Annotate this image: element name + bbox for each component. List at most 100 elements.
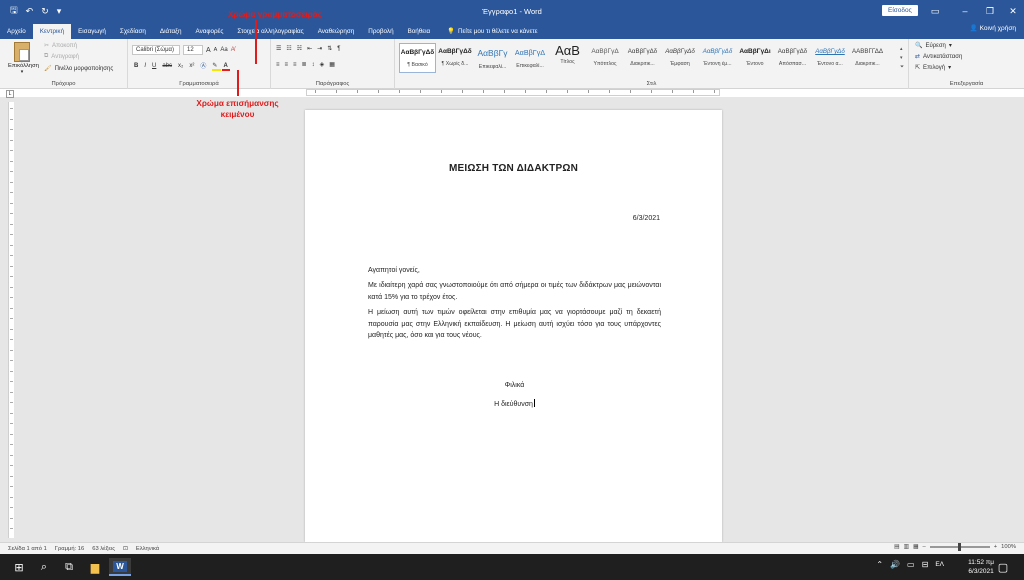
bullets-icon[interactable]: ☰ xyxy=(276,45,281,52)
style-item[interactable]: ΑαΒβΓγΔδ Έμφαση xyxy=(662,43,699,73)
zoom-slider-knob[interactable] xyxy=(957,543,961,551)
zoom-in-icon[interactable]: + xyxy=(994,544,997,550)
tab-help[interactable]: Βοήθεια xyxy=(401,24,438,39)
zoom-slider[interactable] xyxy=(929,543,990,551)
tab-home[interactable]: Κεντρική xyxy=(32,24,72,39)
bold-button[interactable]: B xyxy=(134,63,138,69)
style-item[interactable]: ΑαΒβΓγΔι Έντονο xyxy=(737,43,774,73)
sort-icon[interactable]: ⇅ xyxy=(327,45,332,52)
tab-view[interactable]: Προβολή xyxy=(361,24,400,39)
numbering-icon[interactable]: ☷ xyxy=(286,45,291,52)
tab-design[interactable]: Σχεδίαση xyxy=(113,24,153,39)
increase-indent-icon[interactable]: ⇥ xyxy=(317,45,322,52)
shading-icon[interactable]: ◈ xyxy=(320,61,325,68)
align-right-icon[interactable]: ≡ xyxy=(293,62,297,68)
windows-start-icon[interactable]: ⊞ xyxy=(8,558,30,576)
style-item[interactable]: ΑαΒβΓγΔδ Έντονη έμ... xyxy=(699,43,736,73)
align-center-icon[interactable]: ≡ xyxy=(285,62,289,68)
signin-button[interactable]: Είσοδος xyxy=(882,5,918,16)
customize-qat-icon[interactable]: ▾ xyxy=(57,6,62,17)
read-mode-icon[interactable]: ▤ xyxy=(894,544,899,550)
styles-up-icon[interactable]: ▴ xyxy=(900,45,904,54)
input-language[interactable]: ΕΛ xyxy=(935,561,944,568)
file-explorer-icon[interactable]: ▆ xyxy=(84,558,106,576)
copy-button[interactable]: ⧉ Αντιγραφή xyxy=(44,53,79,60)
chevron-up-icon[interactable]: ⌃ xyxy=(876,560,883,569)
ribbon-display-icon[interactable]: ▭ xyxy=(920,0,950,22)
zoom-level[interactable]: 100% xyxy=(1001,544,1016,550)
highlight-color-button[interactable]: ✎ xyxy=(212,62,222,71)
tab-references[interactable]: Αναφορές xyxy=(188,24,230,39)
find-button[interactable]: 🔍 Εύρεση ▾ xyxy=(915,42,952,50)
decrease-indent-icon[interactable]: ⇤ xyxy=(307,45,312,52)
style-item[interactable]: ΑαΒβΓγΔδ Έντονο α... xyxy=(812,43,849,73)
font-color-button[interactable]: A xyxy=(222,63,231,71)
shrink-font-button[interactable]: A xyxy=(214,47,218,53)
search-icon[interactable]: ⌕ xyxy=(33,558,55,576)
show-marks-icon[interactable]: ¶ xyxy=(337,46,340,52)
style-item[interactable]: ΑαΒ Τίτλος xyxy=(549,43,586,73)
tab-review[interactable]: Αναθεώρηση xyxy=(311,24,362,39)
superscript-button[interactable]: x² xyxy=(189,63,194,69)
status-line[interactable]: Γραμμή: 16 xyxy=(47,546,84,552)
document-page[interactable]: ΜΕΙΩΣΗ ΤΩΝ ΔΙΔΑΚΤΡΩΝ 6/3/2021 Αγαπητοί γ… xyxy=(305,110,722,542)
font-size-combo[interactable]: 12 xyxy=(183,45,203,55)
style-item[interactable]: ΑαΒβΓγΔ Επικεφαλί... xyxy=(512,43,549,73)
style-item[interactable]: ΑαΒβΓγΔδ Απόσπασ... xyxy=(774,43,811,73)
tab-selector[interactable]: L xyxy=(6,90,14,98)
print-layout-icon[interactable]: ▥ xyxy=(904,544,909,550)
italic-button[interactable]: I xyxy=(144,63,146,69)
zoom-out-icon[interactable]: – xyxy=(923,544,926,550)
close-icon[interactable]: ✕ xyxy=(998,0,1024,22)
tab-layout[interactable]: Διάταξη xyxy=(153,24,189,39)
style-item[interactable]: ΑΑΒΒΓΓΔΔ Διακριτικ... xyxy=(849,43,886,73)
text-effects-icon[interactable]: Ⓐ xyxy=(200,61,206,70)
status-page[interactable]: Σελίδα 1 από 1 xyxy=(0,546,47,552)
network-icon[interactable]: ⊟ xyxy=(922,560,929,569)
volume-icon[interactable]: 🔊 xyxy=(890,560,900,569)
line-spacing-icon[interactable]: ↕ xyxy=(312,62,315,68)
style-item[interactable]: ΑαΒβΓγΔδ ¶ Χωρίς δ... xyxy=(437,43,474,73)
font-name-combo[interactable]: Calibri (Σώμα) xyxy=(132,45,180,55)
web-layout-icon[interactable]: ▦ xyxy=(913,544,918,550)
paste-button[interactable]: Επικόλληση ▾ xyxy=(8,42,39,75)
format-painter-button[interactable]: 🖌 Πινέλο μορφοποίησης xyxy=(44,65,113,73)
vertical-ruler[interactable] xyxy=(8,102,14,538)
strikethrough-button[interactable]: abc xyxy=(162,63,172,69)
multilevel-list-icon[interactable]: ☵ xyxy=(297,45,302,52)
tab-insert[interactable]: Εισαγωγή xyxy=(71,24,113,39)
tell-me-box[interactable]: 💡 Πείτε μου τι θέλετε να κάνετε xyxy=(437,24,537,39)
style-item[interactable]: ΑαΒβΓγΔδ ¶ Βασικό xyxy=(399,43,436,73)
status-words[interactable]: 63 λέξεις xyxy=(84,546,115,552)
undo-icon[interactable]: ↶ xyxy=(26,6,34,17)
replace-button[interactable]: ⇄ Αντικατάσταση xyxy=(915,53,962,61)
style-item[interactable]: ΑαΒβΓγΔ Υπότιτλος xyxy=(587,43,624,73)
tab-file[interactable]: Αρχείο xyxy=(0,24,33,39)
align-left-icon[interactable]: ≡ xyxy=(276,62,280,68)
select-button[interactable]: ⇱ Επιλογή ▾ xyxy=(915,64,951,72)
style-item[interactable]: ΑαΒβΓγΔδ Διακριτικ... xyxy=(624,43,661,73)
subscript-button[interactable]: x₂ xyxy=(178,63,183,69)
styles-more-icon[interactable]: ⏷ xyxy=(900,63,904,72)
share-button[interactable]: 👤 Κοινή χρήση xyxy=(970,24,1016,32)
grow-font-button[interactable]: A xyxy=(206,47,211,54)
cut-button[interactable]: ✂ Αποκοπή xyxy=(44,42,77,50)
tab-mailings[interactable]: Στοιχεία αλληλογραφίας xyxy=(230,24,310,39)
clock[interactable]: 11:52 πμ 6/3/2021 xyxy=(968,558,994,576)
task-view-icon[interactable]: ⧉ xyxy=(58,558,80,576)
battery-icon[interactable]: ▭ xyxy=(907,560,915,569)
clear-formatting-icon[interactable]: A̸ xyxy=(231,47,235,53)
underline-button[interactable]: U xyxy=(152,63,156,69)
style-item[interactable]: ΑαΒβΓγ Επικεφαλί... xyxy=(474,43,511,73)
styles-down-icon[interactable]: ▾ xyxy=(900,54,904,63)
borders-icon[interactable]: ▦ xyxy=(329,61,335,68)
redo-icon[interactable]: ↻ xyxy=(41,6,49,17)
word-app-icon[interactable]: W xyxy=(109,558,131,576)
save-icon[interactable]: 🖫 xyxy=(10,3,18,19)
proofing-icon[interactable]: ⊡ xyxy=(115,546,128,552)
justify-icon[interactable]: ≣ xyxy=(302,61,307,68)
horizontal-ruler[interactable] xyxy=(306,89,720,96)
notifications-icon[interactable]: ▢ xyxy=(992,558,1014,576)
status-language[interactable]: Ελληνικά xyxy=(128,546,159,552)
change-case-button[interactable]: Aa xyxy=(220,47,227,53)
